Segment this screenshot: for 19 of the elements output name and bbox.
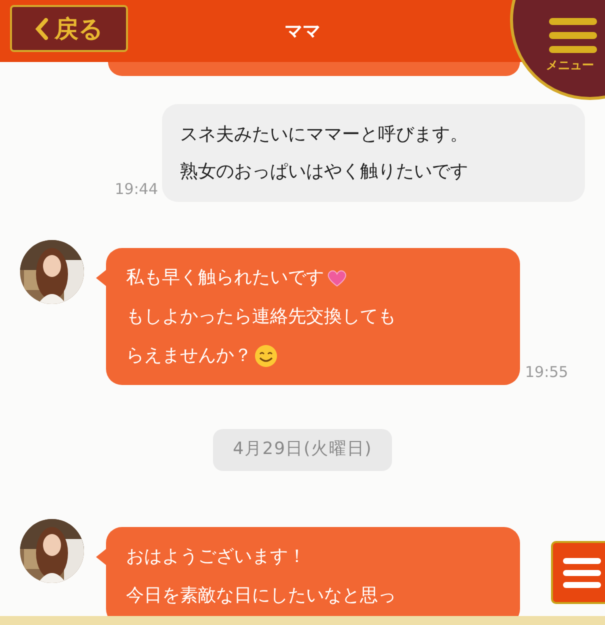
message-time: 19:44 <box>114 178 158 200</box>
menu-button[interactable]: メニュー <box>510 0 605 100</box>
menu-icon <box>549 18 597 54</box>
message-text: らえませんか？ <box>126 344 252 368</box>
chevron-left-icon <box>34 18 48 40</box>
header-title: ママ <box>284 20 320 44</box>
heart-icon <box>326 268 348 288</box>
message-text: 私も早く触られたいです <box>126 266 324 290</box>
message-text: スネ夫みたいにママーと呼びます。 <box>180 123 468 147</box>
back-button[interactable]: 戻る <box>10 5 128 52</box>
floating-menu-button[interactable] <box>551 541 605 604</box>
date-label: 4月29日(火曜日) <box>212 429 392 470</box>
smiley-icon <box>254 344 278 368</box>
message-time: 19:55 <box>525 362 568 382</box>
message-text: 今日を素敵な日にしたいなと思っ <box>126 584 396 608</box>
message-text: おはようございます！ <box>126 544 306 568</box>
menu-icon <box>563 558 601 588</box>
message-text: 熟女のおっぱいはやく触りたいです <box>180 160 468 184</box>
message-text: もしよかったら連絡先交換しても <box>126 305 396 329</box>
